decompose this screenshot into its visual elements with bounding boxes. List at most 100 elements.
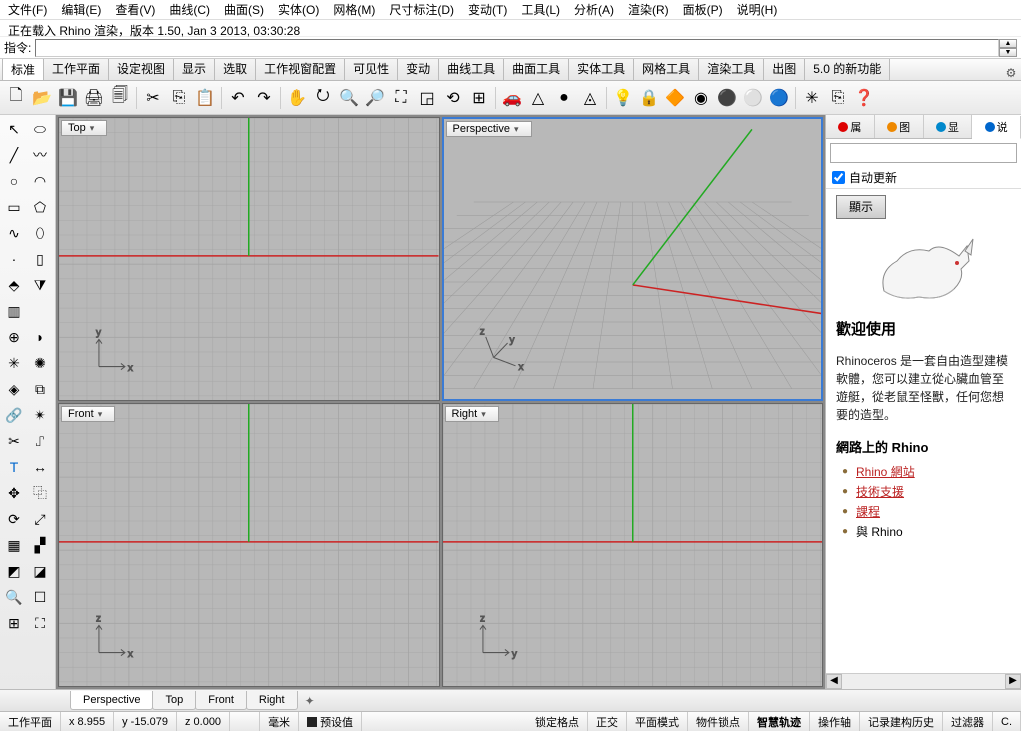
status-toggle[interactable]: 过滤器	[943, 712, 993, 731]
chevron-down-icon[interactable]: ▾	[98, 409, 103, 420]
sweep-icon[interactable]: ⧩	[28, 273, 52, 297]
cone-icon[interactable]: △	[526, 86, 550, 110]
save-icon[interactable]: 💾	[56, 86, 80, 110]
ribbon-tab[interactable]: 设定视图	[108, 59, 174, 80]
viewport-title[interactable]: Top▾	[61, 120, 107, 136]
menu-item[interactable]: 曲线(C)	[169, 1, 210, 18]
ribbon-tab[interactable]: 标准	[2, 59, 44, 81]
chevron-down-icon[interactable]: ▾	[481, 409, 486, 420]
trim-icon[interactable]: ✂	[2, 429, 26, 453]
ribbon-tab[interactable]: 变动	[397, 59, 439, 80]
status-toggle[interactable]: C.	[993, 712, 1021, 731]
ribbon-tab[interactable]: 曲线工具	[438, 59, 504, 80]
lasso-icon[interactable]: ⬭	[28, 117, 52, 141]
ribbon-tab[interactable]: 实体工具	[568, 59, 634, 80]
menu-item[interactable]: 说明(H)	[737, 1, 778, 18]
viewport-title[interactable]: Perspective▾	[446, 121, 532, 137]
lock-icon[interactable]: 🔒	[637, 86, 661, 110]
status-toggle[interactable]: 物件锁点	[688, 712, 749, 731]
mirror-icon[interactable]: ▞	[28, 533, 52, 557]
panel-tab[interactable]: 显	[924, 115, 973, 138]
split-icon[interactable]: ⑀	[28, 429, 52, 453]
section-icon[interactable]: ⧉	[28, 377, 52, 401]
ribbon-tab[interactable]: 网格工具	[633, 59, 699, 80]
dim-icon[interactable]: ↔	[28, 455, 52, 479]
viewport-top[interactable]: x yTop▾	[58, 117, 440, 401]
four-views-icon[interactable]: ⊞	[467, 86, 491, 110]
viewport-front[interactable]: x zFront▾	[58, 403, 440, 687]
command-input[interactable]	[35, 39, 999, 57]
ribbon-options-icon[interactable]: ⚙	[1001, 66, 1021, 80]
viewport-right[interactable]: y zRight▾	[442, 403, 824, 687]
status-unit[interactable]: 毫米	[260, 712, 299, 731]
render-icon[interactable]: 🔵	[767, 86, 791, 110]
extract-icon[interactable]: ⎘	[826, 86, 850, 110]
menu-item[interactable]: 实体(O)	[278, 1, 319, 18]
pan-icon[interactable]: ✋	[285, 86, 309, 110]
ribbon-tab[interactable]: 选取	[214, 59, 256, 80]
colorwheel-icon[interactable]: ◉	[689, 86, 713, 110]
pyramid-icon[interactable]: ◬	[578, 86, 602, 110]
point-icon[interactable]: ·	[2, 247, 26, 271]
status-smart-track[interactable]: 智慧轨迹	[749, 712, 810, 731]
layers-icon[interactable]: 🔶	[663, 86, 687, 110]
help-scrollbar[interactable]: ◀ ▶	[826, 673, 1021, 689]
sphere1-icon[interactable]: ⚫	[715, 86, 739, 110]
status-workplane[interactable]: 工作平面	[0, 712, 61, 731]
burst-icon[interactable]: ✺	[28, 351, 52, 375]
ribbon-tab[interactable]: 可见性	[344, 59, 398, 80]
menu-item[interactable]: 文件(F)	[8, 1, 47, 18]
cut-icon[interactable]: ✂	[141, 86, 165, 110]
zoom-dynamic-icon[interactable]: 🔎	[363, 86, 387, 110]
help-icon[interactable]: ❓	[852, 86, 876, 110]
arc-icon[interactable]: ◠	[28, 169, 52, 193]
polygon-icon[interactable]: ⬠	[28, 195, 52, 219]
menu-item[interactable]: 编辑(E)	[61, 1, 101, 18]
cmd-history-down[interactable]: ▼	[999, 48, 1017, 57]
copy-icon[interactable]: ⎘	[167, 86, 191, 110]
undo-icon[interactable]: ↶	[226, 86, 250, 110]
status-toggle[interactable]: 操作轴	[810, 712, 860, 731]
panel-tab[interactable]: 属	[826, 115, 875, 138]
scroll-left-icon[interactable]: ◀	[826, 674, 842, 689]
extrude-icon[interactable]: ▯	[28, 247, 52, 271]
help-link[interactable]: Rhino 網站	[856, 465, 915, 479]
cube-b-icon[interactable]: ◪	[28, 559, 52, 583]
menu-item[interactable]: 变动(T)	[468, 1, 507, 18]
view-tab[interactable]: Right	[246, 691, 298, 710]
menu-item[interactable]: 渲染(R)	[628, 1, 669, 18]
ribbon-tab[interactable]: 显示	[173, 59, 215, 80]
status-toggle[interactable]: 锁定格点	[527, 712, 588, 731]
doc-prop-icon[interactable]: 🗐	[108, 86, 132, 110]
menu-item[interactable]: 查看(V)	[115, 1, 155, 18]
help-link[interactable]: 課程	[856, 505, 880, 519]
four-vp-icon[interactable]: ⊞	[2, 611, 26, 635]
menu-item[interactable]: 尺寸标注(D)	[389, 1, 454, 18]
rect-icon[interactable]: ▭	[2, 195, 26, 219]
menu-item[interactable]: 网格(M)	[333, 1, 375, 18]
scroll-right-icon[interactable]: ▶	[1005, 674, 1021, 689]
rotate2d-icon[interactable]: ⟳	[2, 507, 26, 531]
chevron-down-icon[interactable]: ▾	[90, 123, 95, 134]
zoom-extents-icon[interactable]: ⛶	[389, 86, 413, 110]
array-icon[interactable]: ▦	[2, 533, 26, 557]
cube-a-icon[interactable]: ◩	[2, 559, 26, 583]
scale-icon[interactable]: ⤢	[28, 507, 52, 531]
print-icon[interactable]: 🖨	[82, 86, 106, 110]
select-icon[interactable]: ☐	[28, 585, 52, 609]
glass-icon[interactable]: 🔍	[2, 585, 26, 609]
ribbon-tab[interactable]: 曲面工具	[503, 59, 569, 80]
undo-view-icon[interactable]: ⟲	[441, 86, 465, 110]
move-icon[interactable]: ✥	[2, 481, 26, 505]
sphere2-icon[interactable]: ⚪	[741, 86, 765, 110]
status-preset[interactable]: 预设值	[299, 712, 362, 731]
ribbon-tab[interactable]: 工作平面	[43, 59, 109, 80]
cmd-history-up[interactable]: ▲	[999, 39, 1017, 48]
help-link[interactable]: 技術支援	[856, 485, 904, 499]
boolean-icon[interactable]: ⊕	[2, 325, 26, 349]
mesh-icon[interactable]: ◈	[2, 377, 26, 401]
explode-icon[interactable]: ✴	[28, 403, 52, 427]
menu-item[interactable]: 面板(P)	[683, 1, 723, 18]
viewport-title[interactable]: Right▾	[445, 406, 499, 422]
curve-icon[interactable]: 〰	[28, 143, 52, 167]
